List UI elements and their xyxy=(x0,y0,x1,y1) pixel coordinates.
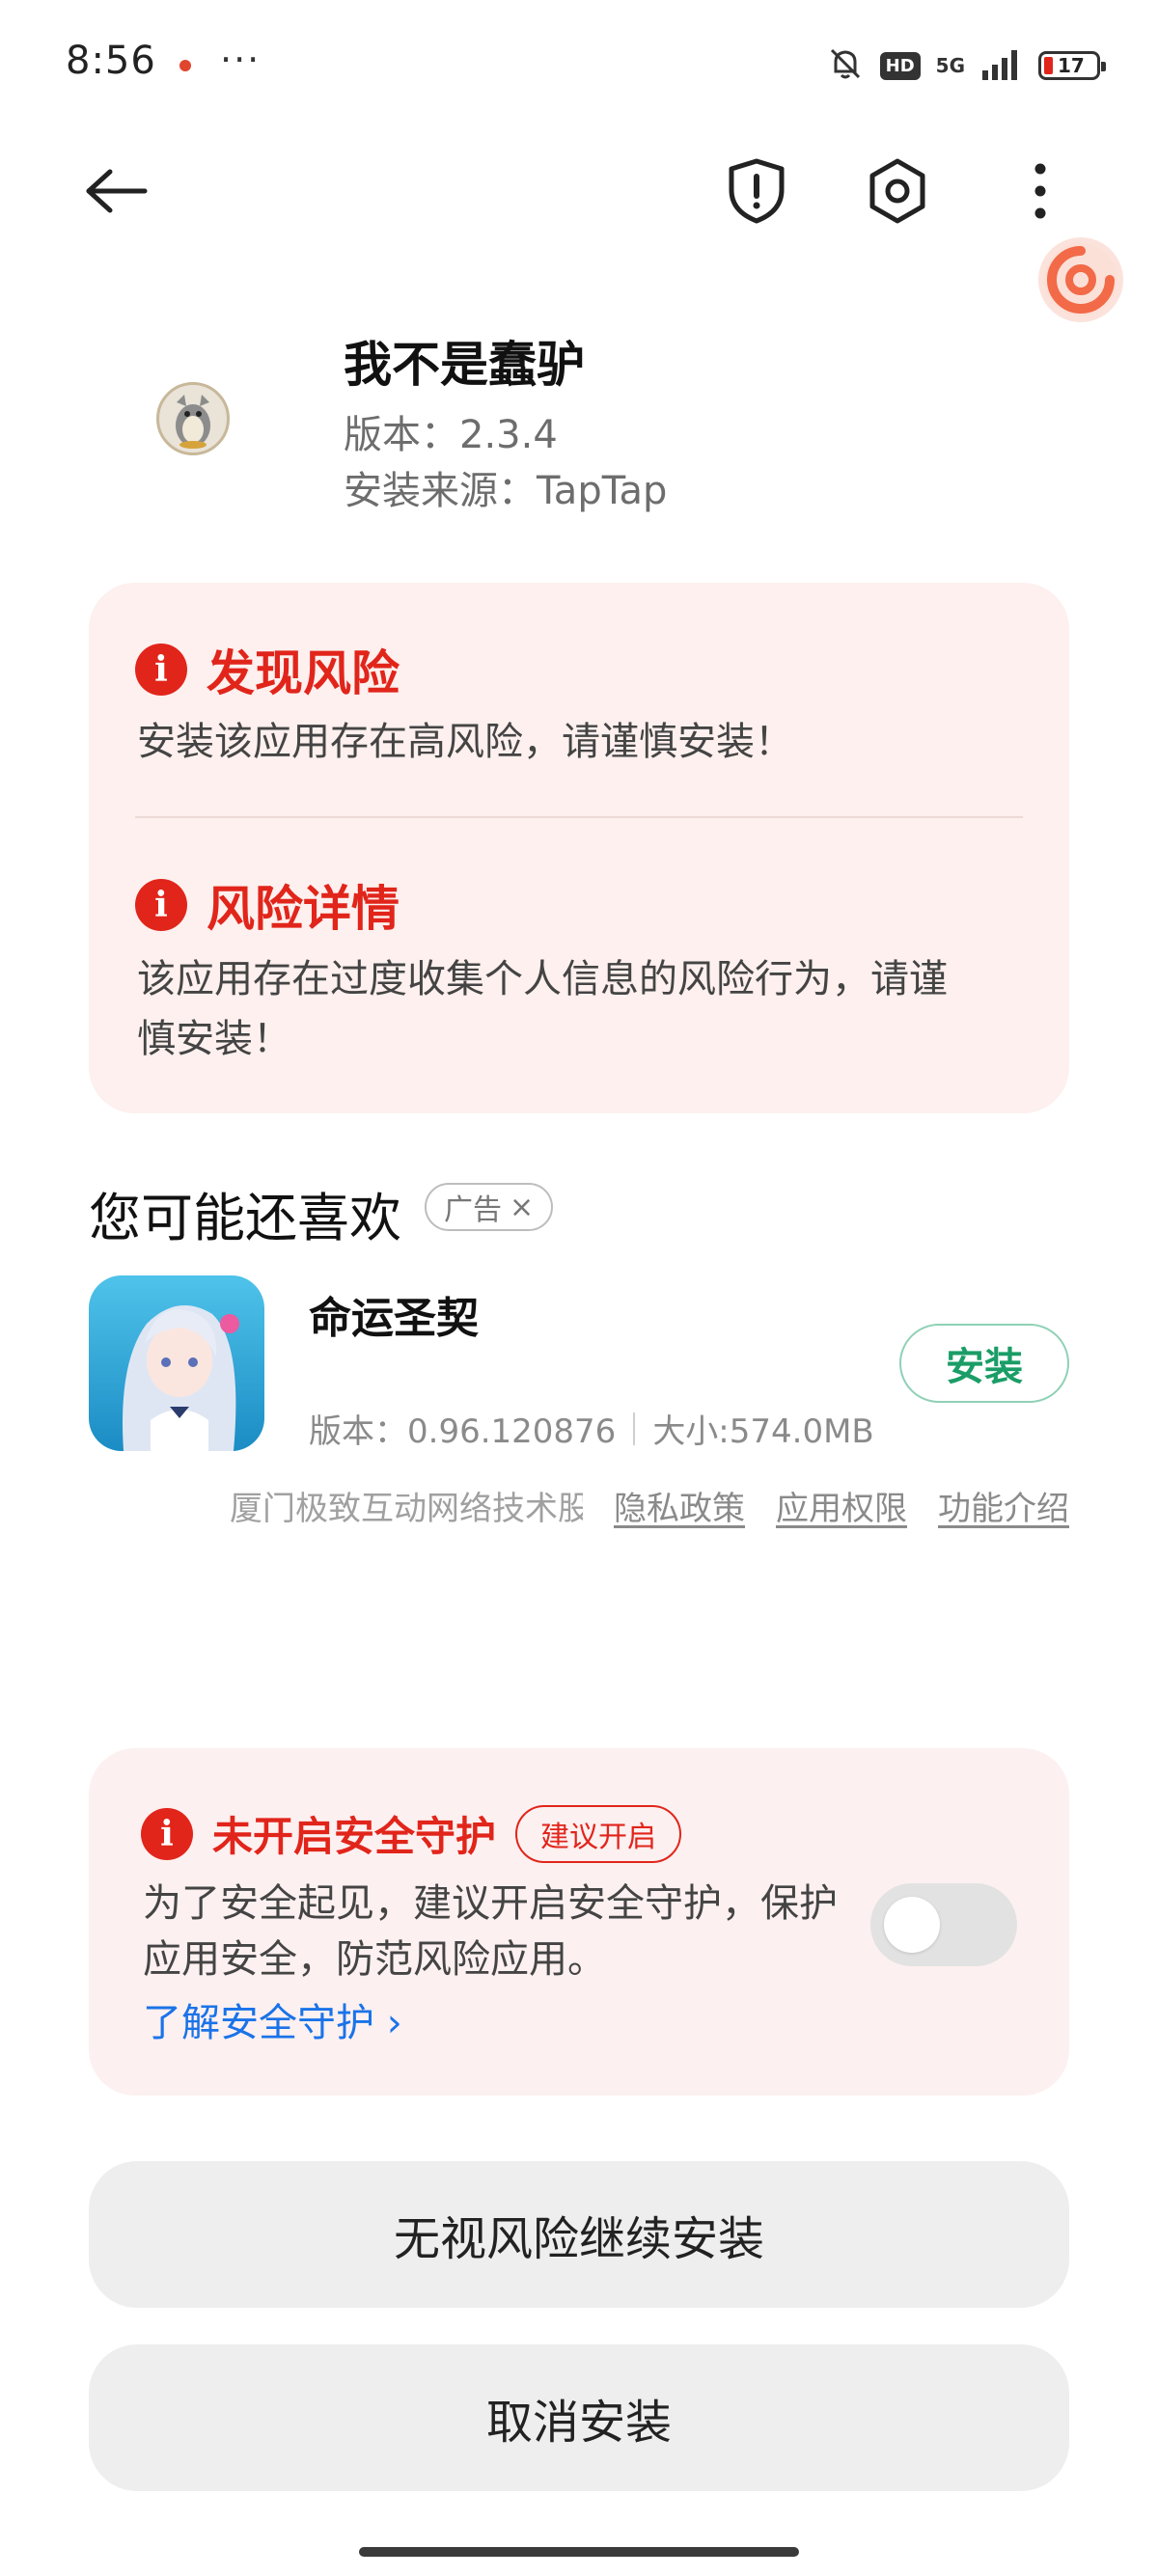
app-name: 我不是蠢驴 xyxy=(344,337,585,393)
hexagon-gear-icon xyxy=(866,157,929,229)
floating-ball-widget[interactable] xyxy=(1038,237,1123,322)
suggest-enable-badge: 建议开启 xyxy=(515,1804,682,1863)
floating-ring-icon xyxy=(1044,243,1117,316)
app-permissions-link[interactable]: 应用权限 xyxy=(776,1482,907,1529)
learn-security-link[interactable]: 了解安全守护 › xyxy=(143,1991,402,2047)
features-link[interactable]: 功能介绍 xyxy=(938,1482,1069,1529)
hd-badge: HD xyxy=(879,51,921,80)
security-title: 未开启安全守护 xyxy=(212,1813,497,1860)
chevron-right-icon: › xyxy=(386,2001,402,2045)
battery-level: 17 xyxy=(1058,54,1085,77)
app-icon xyxy=(156,382,230,455)
recommended-app-size: 大小:574.0MB xyxy=(652,1412,874,1451)
arrow-left-icon xyxy=(81,166,151,220)
ad-badge[interactable]: 广告 × xyxy=(425,1183,554,1231)
recommended-app-name[interactable]: 命运圣契 xyxy=(309,1283,479,1345)
battery-icon: 17 xyxy=(1038,51,1106,80)
error-info-icon: i xyxy=(135,644,187,696)
divider xyxy=(135,816,1023,818)
privacy-policy-link[interactable]: 隐私政策 xyxy=(614,1482,745,1529)
ignore-risk-install-button[interactable]: 无视风险继续安装 xyxy=(89,2161,1069,2308)
toggle-knob xyxy=(884,1897,940,1953)
error-info-icon: i xyxy=(141,1807,193,1860)
error-info-icon: i xyxy=(135,879,187,931)
cancel-install-button[interactable]: 取消安装 xyxy=(89,2344,1069,2491)
install-button[interactable]: 安装 xyxy=(899,1324,1069,1403)
risk-detail-title: i 风险详情 xyxy=(135,870,400,940)
risk-found-title: i 发现风险 xyxy=(135,635,400,704)
separator xyxy=(633,1411,636,1445)
ad-label: 广告 xyxy=(444,1193,502,1227)
app-source: 安装来源：TapTap xyxy=(344,469,668,513)
settings-button[interactable] xyxy=(851,147,944,239)
security-desc: 为了安全起见，建议开启安全守护，保护应用安全，防范风险应用。 xyxy=(143,1881,838,1982)
security-title-row: i 未开启安全守护 建议开启 xyxy=(141,1804,682,1863)
notification-dot-icon xyxy=(179,60,191,71)
learn-security-label: 了解安全守护 xyxy=(143,2001,374,2045)
recommended-app-version: 版本：0.96.120876 xyxy=(309,1412,617,1451)
recommended-app-icon[interactable] xyxy=(89,1275,264,1451)
close-icon[interactable]: × xyxy=(510,1191,534,1224)
status-indicators: HD 5G 17 xyxy=(826,42,1106,89)
back-button[interactable] xyxy=(69,147,162,239)
network-type: 5G xyxy=(935,54,965,77)
risk-found-desc: 安装该应用存在高风险，请谨慎安装！ xyxy=(137,720,793,764)
developer-name: 厦门极致互动网络技术股 xyxy=(230,1490,583,1528)
signal-icon xyxy=(980,47,1023,84)
risk-detail-desc-line2: 慎安装！ xyxy=(137,1017,291,1061)
security-toggle[interactable] xyxy=(870,1883,1017,1966)
recommended-app-meta: 版本：0.96.120876 大小:574.0MB xyxy=(309,1405,874,1452)
status-more-icon: ··· xyxy=(220,39,262,81)
risk-found-label: 发现风险 xyxy=(207,645,400,701)
app-version: 版本：2.3.4 xyxy=(344,413,558,457)
home-indicator[interactable] xyxy=(359,2547,799,2557)
recommend-title: 您可能还喜欢 xyxy=(89,1188,401,1248)
security-shield-button[interactable] xyxy=(710,147,803,239)
risk-detail-label: 风险详情 xyxy=(207,881,400,937)
risk-detail-desc-line1: 该应用存在过度收集个人信息的风险行为，请谨 xyxy=(137,957,948,1001)
more-options-button[interactable] xyxy=(994,147,1087,239)
shield-alert-icon xyxy=(726,157,787,229)
more-vertical-icon xyxy=(1034,162,1047,224)
app-info-links: 厦门极致互动网络技术股 隐私政策 应用权限 功能介绍 xyxy=(230,1482,1069,1529)
status-time: 8:56 xyxy=(66,39,156,83)
mute-bell-icon xyxy=(826,44,865,87)
